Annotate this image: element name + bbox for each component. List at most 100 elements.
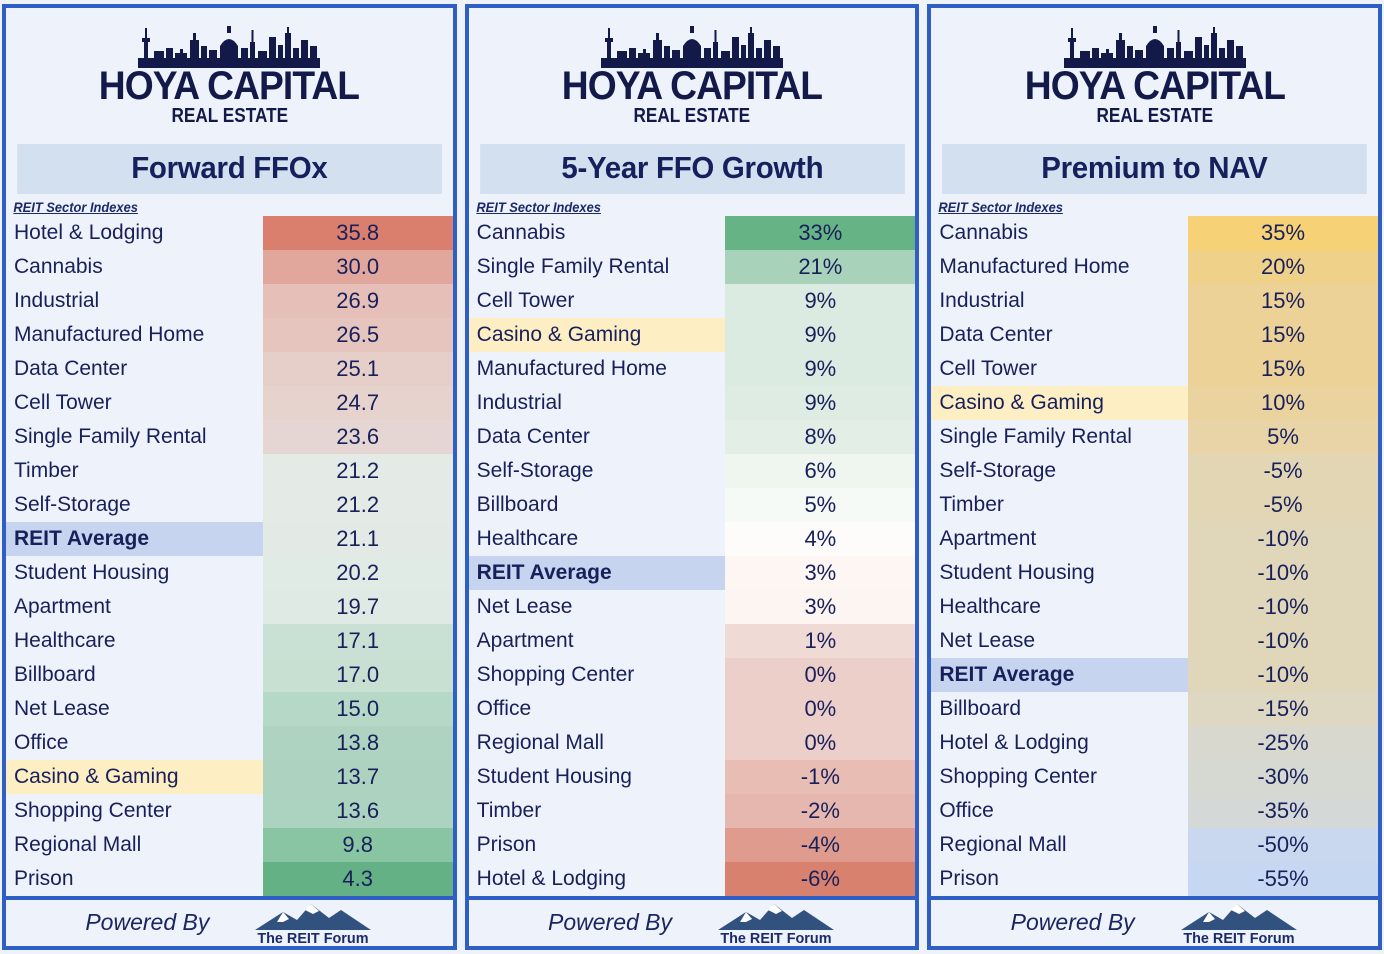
table-row[interactable]: Hotel & Lodging -25% — [931, 725, 1379, 760]
row-value: 13.7 — [262, 759, 453, 794]
row-label: Manufactured Home — [6, 317, 263, 352]
table-row[interactable]: Student Housing -1% — [468, 759, 916, 794]
reit-forum-logo[interactable]: The REIT Forum — [1179, 900, 1299, 946]
table-row[interactable]: Casino & Gaming 10% — [931, 385, 1379, 420]
row-label: REIT Average — [931, 657, 1189, 692]
table-row[interactable]: Single Family Rental 23.6 — [6, 419, 453, 454]
table-row[interactable]: REIT Average -10% — [931, 657, 1379, 692]
table-row[interactable]: Cell Tower 9% — [468, 283, 916, 318]
mountain-icon — [255, 903, 372, 930]
row-label: Apartment — [6, 589, 263, 624]
table-row[interactable]: Self-Storage 21.2 — [6, 487, 453, 522]
table-row[interactable]: Regional Mall -50% — [931, 827, 1379, 862]
table-row[interactable]: Regional Mall 9.8 — [6, 827, 453, 862]
table-row[interactable]: Prison -4% — [468, 827, 916, 862]
table-row[interactable]: Cell Tower 15% — [931, 351, 1379, 386]
row-value: 9.8 — [262, 827, 453, 862]
row-label: Apartment — [468, 623, 726, 658]
table-row[interactable]: Timber 21.2 — [6, 453, 453, 488]
table-row[interactable]: Student Housing -10% — [931, 555, 1379, 590]
table-subhead: REIT Sector Indexes — [938, 198, 1064, 215]
row-value: 25.1 — [262, 351, 453, 386]
table-row[interactable]: Healthcare -10% — [931, 589, 1379, 624]
table-row[interactable]: Net Lease -10% — [931, 623, 1379, 658]
table-row[interactable]: Apartment 19.7 — [6, 589, 453, 624]
table-row[interactable]: Data Center 25.1 — [6, 351, 453, 386]
table-row[interactable]: Industrial 26.9 — [6, 283, 453, 318]
table-row[interactable]: Shopping Center -30% — [931, 759, 1379, 794]
table-row[interactable]: Manufactured Home 9% — [468, 351, 916, 386]
table-row[interactable]: Self-Storage 6% — [468, 453, 916, 488]
table-row[interactable]: REIT Average 21.1 — [6, 521, 453, 556]
table-row[interactable]: Office 0% — [468, 691, 916, 726]
powered-by-label: Powered By — [85, 909, 210, 936]
table-row[interactable]: Single Family Rental 21% — [468, 249, 916, 284]
row-value: 13.8 — [262, 725, 453, 760]
table-row[interactable]: Shopping Center 0% — [468, 657, 916, 692]
table-row[interactable]: Timber -2% — [468, 793, 916, 828]
table-row[interactable]: Billboard 17.0 — [6, 657, 453, 692]
row-label: Student Housing — [6, 555, 263, 590]
row-value: 6% — [725, 453, 916, 488]
row-value: 15.0 — [262, 691, 453, 726]
table-row[interactable]: Industrial 15% — [931, 283, 1379, 318]
dashboard: HOYA CAPITAL REAL ESTATE Forward FFOx RE… — [0, 0, 1384, 954]
table-row[interactable]: Apartment -10% — [931, 521, 1379, 556]
table-row[interactable]: Student Housing 20.2 — [6, 555, 453, 590]
powered-by-label: Powered By — [548, 909, 673, 936]
table-row[interactable]: Prison 4.3 — [6, 861, 453, 896]
row-label: Timber — [931, 487, 1189, 522]
table-row[interactable]: Healthcare 4% — [468, 521, 916, 556]
row-label: Healthcare — [931, 589, 1189, 624]
row-label: Net Lease — [931, 623, 1189, 658]
row-value: 21.2 — [262, 453, 453, 488]
table-row[interactable]: Regional Mall 0% — [468, 725, 916, 760]
table-row[interactable]: Casino & Gaming 13.7 — [6, 759, 453, 794]
brand-name: HOYA CAPITAL — [1024, 64, 1286, 109]
data-table: Cannabis 33% Single Family Rental 21% Ce… — [468, 215, 916, 896]
table-row[interactable]: Prison -55% — [931, 861, 1379, 896]
table-row[interactable]: Hotel & Lodging 35.8 — [6, 215, 453, 250]
table-row[interactable]: Timber -5% — [931, 487, 1379, 522]
row-label: Apartment — [931, 521, 1189, 556]
row-label: Cell Tower — [468, 283, 726, 318]
row-label: Cell Tower — [6, 385, 263, 420]
table-row[interactable]: Healthcare 17.1 — [6, 623, 453, 658]
row-label: Hotel & Lodging — [6, 215, 263, 250]
table-row[interactable]: Apartment 1% — [468, 623, 916, 658]
table-row[interactable]: Cannabis 30.0 — [6, 249, 453, 284]
row-value: 33% — [725, 215, 916, 250]
row-label: Data Center — [468, 419, 726, 454]
table-row[interactable]: Data Center 15% — [931, 317, 1379, 352]
table-row[interactable]: Net Lease 15.0 — [6, 691, 453, 726]
table-row[interactable]: Office 13.8 — [6, 725, 453, 760]
reit-forum-logo[interactable]: The REIT Forum — [716, 900, 836, 946]
table-row[interactable]: Net Lease 3% — [468, 589, 916, 624]
table-row[interactable]: Casino & Gaming 9% — [468, 317, 916, 352]
table-row[interactable]: Single Family Rental 5% — [931, 419, 1379, 454]
row-value: -15% — [1188, 691, 1379, 726]
table-row[interactable]: Manufactured Home 26.5 — [6, 317, 453, 352]
table-row[interactable]: Self-Storage -5% — [931, 453, 1379, 488]
table-row[interactable]: Billboard 5% — [468, 487, 916, 522]
table-row[interactable]: Cannabis 35% — [931, 215, 1379, 250]
table-row[interactable]: Data Center 8% — [468, 419, 916, 454]
table-row[interactable]: Hotel & Lodging -6% — [468, 861, 916, 896]
row-value: 4.3 — [262, 861, 453, 896]
row-value: -35% — [1188, 793, 1379, 828]
table-row[interactable]: REIT Average 3% — [468, 555, 916, 590]
panel-1: HOYA CAPITAL REAL ESTATE Forward FFOx RE… — [2, 4, 457, 950]
table-row[interactable]: Industrial 9% — [468, 385, 916, 420]
brand-logo: HOYA CAPITAL REAL ESTATE — [6, 8, 453, 144]
table-row[interactable]: Manufactured Home 20% — [931, 249, 1379, 284]
table-row[interactable]: Cannabis 33% — [468, 215, 916, 250]
row-label: Regional Mall — [468, 725, 726, 760]
row-value: 20% — [1188, 249, 1379, 284]
table-row[interactable]: Office -35% — [931, 793, 1379, 828]
reit-forum-logo[interactable]: The REIT Forum — [253, 900, 373, 946]
table-row[interactable]: Billboard -15% — [931, 691, 1379, 726]
row-value: 15% — [1188, 317, 1379, 352]
table-row[interactable]: Cell Tower 24.7 — [6, 385, 453, 420]
row-label: Cannabis — [6, 249, 263, 284]
table-row[interactable]: Shopping Center 13.6 — [6, 793, 453, 828]
